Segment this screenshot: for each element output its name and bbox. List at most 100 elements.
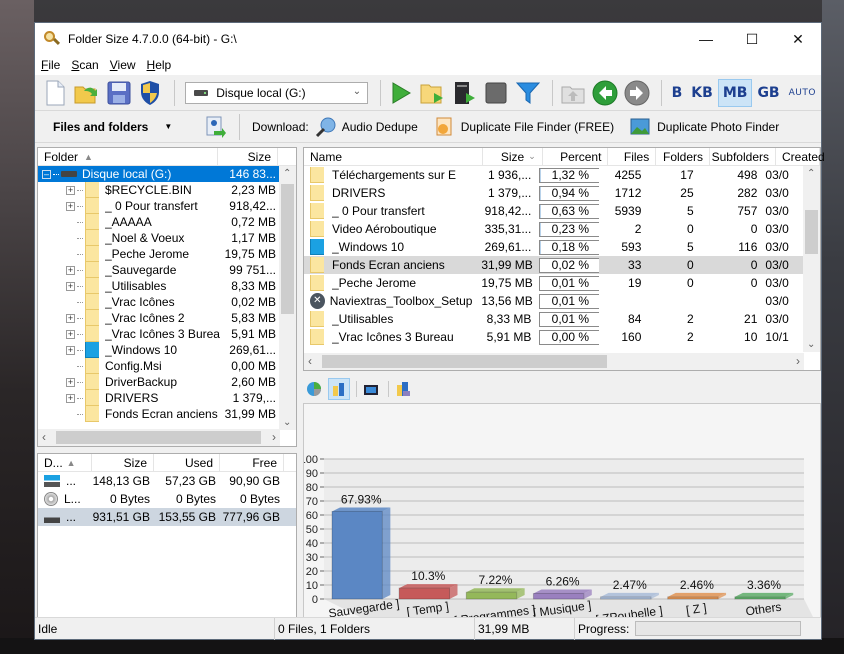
tree-item[interactable]: + _Sauvegarde 99 751... xyxy=(38,262,280,278)
tree-horizontal-scrollbar[interactable]: ‹ › xyxy=(38,429,280,446)
file-row[interactable]: _Windows 10 269,61... 0,18 % 593 5 116 03/0 xyxy=(304,238,804,256)
new-button[interactable] xyxy=(41,79,69,107)
file-row[interactable]: _Peche Jerome 19,75 MB 0,01 % 19 0 0 03/0 xyxy=(304,274,804,292)
close-button[interactable]: ✕ xyxy=(775,23,821,55)
expand-icon[interactable]: + xyxy=(66,393,75,403)
duplicate-file-finder-link[interactable]: Duplicate File Finder (FREE) xyxy=(434,116,614,138)
file-row[interactable]: Fonds Ecran anciens 31,99 MB 0,02 % 33 0 0 03/… xyxy=(304,256,804,274)
file-row[interactable]: Téléchargements sur E 1 936,... 1,32 % 4255… xyxy=(304,166,804,184)
save-button[interactable] xyxy=(105,79,133,107)
duplicate-photo-finder-link[interactable]: Duplicate Photo Finder xyxy=(630,116,779,138)
file-row[interactable]: DRIVERS 1 379,... 0,94 % 1712 25 282 03/0 xyxy=(304,184,804,202)
drives-header-used[interactable]: Used xyxy=(154,454,220,471)
drive-row[interactable]: L... 0 Bytes 0 Bytes 0 Bytes xyxy=(38,490,296,508)
expand-icon[interactable]: + xyxy=(66,185,75,195)
up-folder-button[interactable] xyxy=(559,79,587,107)
scroll-up-icon[interactable]: ⌃ xyxy=(283,168,291,179)
files-header-created[interactable]: Created xyxy=(776,148,825,165)
expand-icon[interactable]: + xyxy=(66,281,75,291)
minimize-button[interactable]: — xyxy=(683,23,729,55)
tree-vscroll-thumb[interactable] xyxy=(281,184,294,314)
scroll-down-icon[interactable]: ⌄ xyxy=(807,339,815,350)
files-header-name[interactable]: Name xyxy=(304,148,484,165)
expand-icon[interactable]: + xyxy=(66,313,75,323)
tree-item[interactable]: _Vrac Icônes 0,02 MB xyxy=(38,294,280,310)
files-hscroll-thumb[interactable] xyxy=(322,355,607,368)
menu-help[interactable]: Help xyxy=(147,58,172,72)
tree-header-size[interactable]: Size xyxy=(218,148,278,165)
expand-icon[interactable]: + xyxy=(66,377,75,387)
tree-header-folder[interactable]: Folder ▲ xyxy=(38,148,218,165)
drive-select[interactable]: Disque local (G:) ⌄ xyxy=(185,81,369,104)
tree-item[interactable]: + _ 0 Pour transfert 918,42... xyxy=(38,198,280,214)
media-button[interactable] xyxy=(360,378,382,400)
expand-icon[interactable]: + xyxy=(66,345,75,355)
file-row[interactable]: ✕ Naviextras_Toolbox_Setup.... 13,56 MB 0,0… xyxy=(304,292,804,310)
unit-b-button[interactable]: B xyxy=(668,79,687,107)
tree-root-item[interactable]: – Disque local (G:) 146 83... xyxy=(38,166,280,182)
scroll-left-icon[interactable]: ‹ xyxy=(308,354,312,368)
tree-item[interactable]: + DRIVERS 1 379,... xyxy=(38,390,280,406)
files-header-subfolders[interactable]: Subfolders xyxy=(710,148,776,165)
drives-header-size[interactable]: Size xyxy=(92,454,154,471)
files-horizontal-scrollbar[interactable]: ‹ › xyxy=(304,353,804,370)
files-vertical-scrollbar[interactable]: ⌃ ⌄ xyxy=(803,166,820,352)
drives-header-free[interactable]: Free xyxy=(220,454,284,471)
scroll-left-icon[interactable]: ‹ xyxy=(42,430,46,444)
audio-dedupe-link[interactable]: Audio Dedupe xyxy=(315,116,418,138)
unit-kb-button[interactable]: KB xyxy=(687,79,717,107)
bar-chart-button[interactable] xyxy=(328,378,350,400)
file-row[interactable]: Video Aéroboutique 335,31... 0,23 % 2 0 0 03/0 xyxy=(304,220,804,238)
collapse-icon[interactable]: – xyxy=(42,169,51,179)
drive-row[interactable]: ... 931,51 GB 153,55 GB 777,96 GB xyxy=(38,508,296,526)
tree-item[interactable]: _Noel & Voeux 1,17 MB xyxy=(38,230,280,246)
drives-header-drive[interactable]: D... ▲ xyxy=(38,454,92,471)
scroll-right-icon[interactable]: › xyxy=(272,430,276,444)
back-button[interactable] xyxy=(591,79,619,107)
tree-item[interactable]: Fonds Ecran anciens 31,99 MB xyxy=(38,406,280,422)
maximize-button[interactable]: ☐ xyxy=(729,23,775,55)
files-header-size[interactable]: Size ⌄ xyxy=(483,148,543,165)
expand-icon[interactable]: + xyxy=(66,329,75,339)
unit-auto-button[interactable]: AUTO xyxy=(785,79,820,107)
tree-item[interactable]: + _Windows 10 269,61... xyxy=(38,342,280,358)
unit-gb-button[interactable]: GB xyxy=(753,79,783,107)
expand-icon[interactable]: + xyxy=(66,265,75,275)
scroll-right-icon[interactable]: › xyxy=(796,354,800,368)
start-scan-button[interactable] xyxy=(387,79,415,107)
menu-view[interactable]: View xyxy=(110,58,136,72)
scan-folder-button[interactable] xyxy=(419,79,447,107)
file-row[interactable]: _Utilisables 8,33 MB 0,01 % 84 2 21 03/0 xyxy=(304,310,804,328)
view-mode-dropdown[interactable]: Files and folders ▼ xyxy=(53,120,193,134)
tree-item[interactable]: + _Utilisables 8,33 MB xyxy=(38,278,280,294)
files-header-percent[interactable]: Percent xyxy=(543,148,609,165)
tree-vertical-scrollbar[interactable]: ⌃ ⌄ xyxy=(279,166,296,430)
expand-icon[interactable]: + xyxy=(66,201,75,211)
tree-item[interactable]: + $RECYCLE.BIN 2,23 MB xyxy=(38,182,280,198)
files-vscroll-thumb[interactable] xyxy=(805,210,818,254)
open-button[interactable] xyxy=(73,79,101,107)
forward-button[interactable] xyxy=(623,79,651,107)
file-row[interactable]: _ 0 Pour transfert 918,42... 0,63 % 5939 5 75… xyxy=(304,202,804,220)
export-chart-button[interactable] xyxy=(392,378,414,400)
drive-row[interactable]: ... 148,13 GB 57,23 GB 90,90 GB xyxy=(38,472,296,490)
files-header-folders[interactable]: Folders xyxy=(656,148,710,165)
scroll-down-icon[interactable]: ⌄ xyxy=(283,417,291,428)
menu-scan[interactable]: Scan xyxy=(71,58,98,72)
tree-item[interactable]: + _Vrac Icônes 3 Bureau 5,91 MB xyxy=(38,326,280,342)
tree-item[interactable]: _AAAAA 0,72 MB xyxy=(38,214,280,230)
filter-button[interactable] xyxy=(514,79,542,107)
stop-button[interactable] xyxy=(483,79,511,107)
files-header-files[interactable]: Files xyxy=(608,148,657,165)
tree-item[interactable]: + _Vrac Icônes 2 5,83 MB xyxy=(38,310,280,326)
unit-mb-button[interactable]: MB xyxy=(717,78,753,107)
pie-chart-button[interactable] xyxy=(303,378,325,400)
menu-file[interactable]: File xyxy=(41,58,60,72)
report-button[interactable] xyxy=(201,113,229,141)
tree-hscroll-thumb[interactable] xyxy=(56,431,261,444)
file-row[interactable]: _Vrac Icônes 3 Bureau 5,91 MB 0,00 % 160 2 10… xyxy=(304,328,804,346)
scan-server-button[interactable] xyxy=(451,79,479,107)
tree-item[interactable]: + DriverBackup 2,60 MB xyxy=(38,374,280,390)
scroll-up-icon[interactable]: ⌃ xyxy=(807,168,815,179)
admin-button[interactable] xyxy=(136,79,164,107)
